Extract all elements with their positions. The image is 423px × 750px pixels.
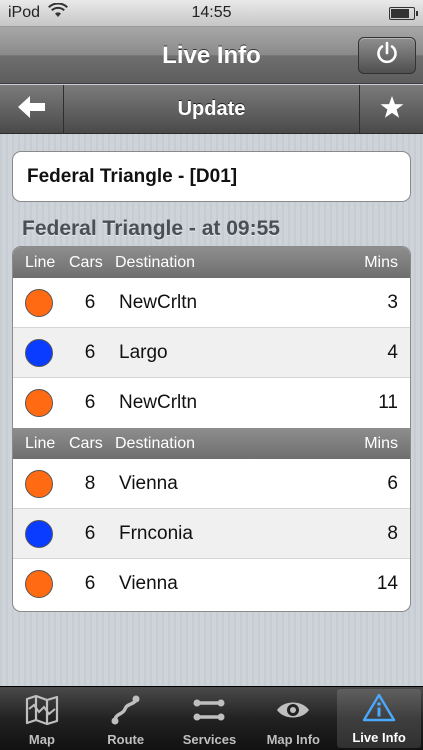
line-color-dot [25, 288, 53, 317]
tab-bar: Map Route Services Map Info Live Info [0, 686, 423, 750]
table-row[interactable]: 6 Vienna 14 [13, 559, 410, 609]
cars-cell: 6 [84, 291, 96, 313]
table-header: Line Cars Destination Mins [13, 428, 410, 459]
column-header-cars: Cars [69, 253, 103, 271]
destination-cell: NewCrltn [119, 291, 198, 313]
column-header-cars: Cars [69, 434, 103, 452]
column-header-destination: Destination [115, 253, 196, 271]
table-header: Line Cars Destination Mins [13, 247, 410, 278]
line-cell [13, 469, 69, 498]
destination-cell: NewCrltn [119, 392, 198, 413]
tab-label: Map [28, 732, 55, 747]
line-color-dot [25, 338, 53, 367]
table-row[interactable]: 6 NewCrltn 3 [13, 278, 410, 328]
back-arrow-icon [17, 96, 46, 123]
destination-cell: Vienna [119, 573, 178, 594]
mins-cell: 8 [387, 522, 398, 544]
column-header-mins: Mins [364, 434, 398, 452]
tab-services[interactable]: Services [168, 687, 252, 750]
line-cell [13, 389, 69, 417]
tab-route[interactable]: Route [84, 687, 168, 750]
section-title: Federal Triangle - at 09:55 [22, 217, 280, 240]
status-left: iPod [8, 2, 68, 23]
back-button[interactable] [0, 85, 64, 134]
tab-label: Map Info [266, 732, 320, 747]
cars-cell: 6 [84, 573, 96, 594]
route-icon [109, 695, 143, 732]
table-row[interactable]: 6 Largo 4 [13, 328, 410, 378]
toolbar: Update [0, 85, 423, 134]
mins-cell: 3 [387, 291, 398, 313]
tab-label: Route [107, 732, 145, 747]
arrivals-table: Line Cars Destination Mins 6 NewCrltn 3 … [12, 246, 411, 612]
line-color-dot [25, 469, 53, 498]
cars-cell: 8 [84, 472, 96, 494]
mins-cell: 6 [387, 472, 398, 494]
eye-icon [276, 695, 310, 732]
line-color-dot [25, 519, 53, 548]
table-row[interactable]: 6 NewCrltn 11 [13, 378, 410, 428]
tab-map-info[interactable]: Map Info [251, 687, 335, 750]
power-icon [375, 41, 399, 70]
tab-live-info[interactable]: Live Info [337, 689, 421, 748]
table-row[interactable]: 8 Vienna 6 [13, 459, 410, 509]
tab-label: Services [182, 732, 237, 747]
tab-label: Live Info [352, 730, 406, 745]
battery-fill [391, 8, 409, 18]
column-header-line: Line [25, 253, 56, 271]
map-icon [25, 694, 59, 732]
line-cell [13, 519, 69, 548]
status-bar: iPod 14:55 [0, 0, 423, 27]
carrier-label: iPod [8, 4, 41, 21]
tab-map[interactable]: Map [0, 687, 84, 750]
column-header-line: Line [25, 434, 56, 452]
destination-cell: Frnconia [119, 522, 193, 544]
destination-cell: Largo [119, 341, 168, 363]
line-color-dot [25, 389, 53, 417]
mins-cell: 14 [376, 573, 398, 594]
line-color-dot [25, 570, 53, 598]
star-icon [380, 95, 404, 124]
table-row[interactable]: 6 Frnconia 8 [13, 509, 410, 559]
mins-cell: 4 [387, 341, 398, 363]
power-button[interactable] [358, 37, 416, 74]
mins-cell: 11 [378, 392, 398, 413]
favorite-button[interactable] [359, 85, 423, 134]
column-header-destination: Destination [115, 434, 196, 452]
cars-cell: 6 [84, 392, 96, 413]
destination-cell: Vienna [119, 472, 178, 494]
cars-cell: 6 [84, 341, 96, 363]
battery-icon [389, 6, 418, 20]
column-header-mins: Mins [364, 253, 398, 271]
nav-bar: Live Info [0, 27, 423, 84]
update-button[interactable]: Update [65, 85, 358, 134]
services-icon [192, 695, 226, 732]
line-cell [13, 570, 69, 598]
info-icon [362, 693, 396, 730]
wifi-icon [48, 2, 68, 23]
cars-cell: 6 [84, 522, 96, 544]
content-area: Federal Triangle - [D01] Federal Triangl… [0, 134, 423, 686]
line-cell [13, 338, 69, 367]
line-cell [13, 288, 69, 317]
station-selector[interactable]: Federal Triangle - [D01] [12, 151, 411, 202]
